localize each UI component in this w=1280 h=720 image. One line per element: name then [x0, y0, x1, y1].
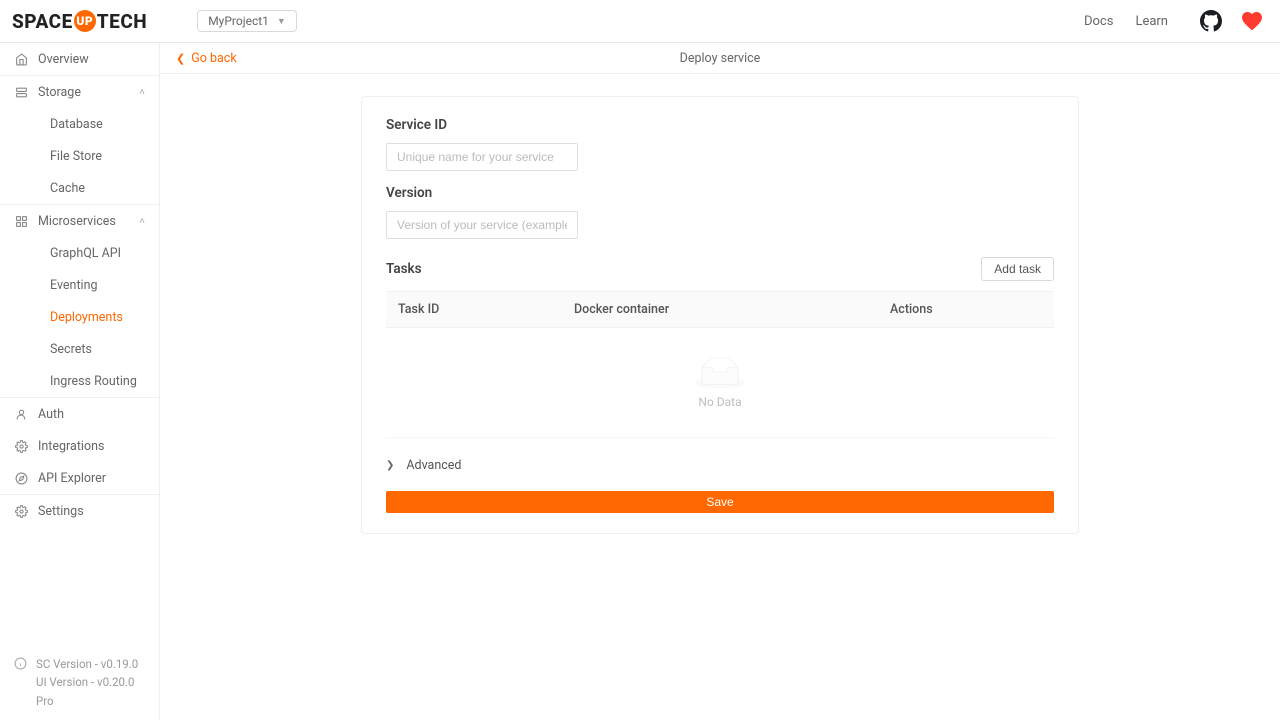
sidebar-item-ingress[interactable]: Ingress Routing — [0, 365, 159, 397]
sidebar-item-filestore[interactable]: File Store — [0, 140, 159, 172]
sidebar-item-microservices[interactable]: Microservices ˄ — [0, 205, 159, 237]
microservices-icon — [14, 214, 28, 228]
save-button[interactable]: Save — [386, 491, 1054, 513]
advanced-label: Advanced — [406, 458, 461, 473]
sidebar-item-database[interactable]: Database — [0, 108, 159, 140]
sidebar-item-graphql[interactable]: GraphQL API — [0, 237, 159, 269]
empty-text: No Data — [698, 395, 741, 409]
chevron-up-icon: ˄ — [139, 87, 145, 98]
sidebar-label: Auth — [38, 407, 64, 422]
docs-link[interactable]: Docs — [1084, 14, 1113, 29]
sidebar-item-integrations[interactable]: Integrations — [0, 430, 159, 462]
pro-label: Pro — [36, 692, 145, 710]
storage-icon — [14, 85, 28, 99]
sidebar-item-settings[interactable]: Settings — [0, 495, 159, 527]
logo-text-right: TECH — [97, 10, 147, 33]
compass-icon — [14, 471, 28, 485]
empty-icon — [695, 357, 745, 389]
go-back-label: Go back — [191, 51, 236, 66]
logo-text-left: SPACE — [12, 10, 73, 33]
learn-link[interactable]: Learn — [1135, 14, 1168, 29]
service-id-input[interactable] — [386, 143, 578, 171]
sidebar-label: Overview — [38, 52, 89, 67]
version-label: Version — [386, 185, 1054, 201]
gear-icon — [14, 504, 28, 518]
sidebar-item-eventing[interactable]: Eventing — [0, 269, 159, 301]
subheader: ❮ Go back Deploy service — [160, 43, 1280, 74]
sidebar-label: Microservices — [38, 214, 116, 229]
advanced-toggle[interactable]: ❯ Advanced — [386, 458, 1054, 473]
page-title: Deploy service — [160, 51, 1280, 66]
sidebar-label: Settings — [38, 504, 84, 519]
col-taskid: Task ID — [386, 292, 562, 327]
sidebar-item-cache[interactable]: Cache — [0, 172, 159, 204]
tasks-table: Task ID Docker container Actions No Data — [386, 291, 1054, 438]
col-actions: Actions — [878, 292, 1054, 327]
col-docker: Docker container — [562, 292, 878, 327]
app-logo[interactable]: SPACE UP TECH — [12, 10, 147, 33]
sidebar-item-auth[interactable]: Auth — [0, 398, 159, 430]
sidebar-footer: SC Version - v0.19.0 UI Version - v0.20.… — [0, 643, 159, 720]
sidebar-item-secrets[interactable]: Secrets — [0, 333, 159, 365]
chevron-left-icon: ❮ — [176, 52, 185, 65]
sidebar-label: Storage — [38, 85, 81, 100]
deploy-service-form: Service ID Version Tasks Add task Task I… — [361, 96, 1079, 534]
github-icon[interactable] — [1200, 10, 1222, 32]
add-task-button[interactable]: Add task — [981, 257, 1054, 281]
sidebar-item-deployments[interactable]: Deployments — [0, 301, 159, 333]
sidebar-label: Integrations — [38, 439, 104, 454]
table-header: Task ID Docker container Actions — [386, 291, 1054, 328]
content-area: ❮ Go back Deploy service Service ID Vers… — [160, 43, 1280, 720]
home-icon — [14, 52, 28, 66]
go-back-button[interactable]: ❮ Go back — [176, 51, 237, 66]
info-icon — [14, 657, 27, 675]
sidebar-item-overview[interactable]: Overview — [0, 43, 159, 75]
sidebar: Overview Storage ˄ Database File Store C… — [0, 43, 160, 720]
sidebar-item-storage[interactable]: Storage ˄ — [0, 76, 159, 108]
version-input[interactable] — [386, 211, 578, 239]
integrations-icon — [14, 439, 28, 453]
sc-version: SC Version - v0.19.0 — [36, 655, 145, 673]
topbar: SPACE UP TECH MyProject1 ▼ Docs Learn — [0, 0, 1280, 43]
ui-version: UI Version - v0.20.0 — [36, 673, 145, 691]
service-id-label: Service ID — [386, 117, 1054, 133]
project-name: MyProject1 — [208, 14, 269, 28]
project-selector[interactable]: MyProject1 ▼ — [197, 10, 297, 32]
logo-circle-icon: UP — [74, 10, 96, 32]
sidebar-label: API Explorer — [38, 471, 106, 486]
empty-state: No Data — [386, 328, 1054, 438]
sidebar-item-apiexplorer[interactable]: API Explorer — [0, 462, 159, 494]
caret-down-icon: ▼ — [277, 16, 286, 27]
tasks-label: Tasks — [386, 261, 422, 277]
chevron-right-icon: ❯ — [386, 460, 394, 471]
auth-icon — [14, 407, 28, 421]
chevron-up-icon: ˄ — [139, 216, 145, 227]
heart-icon[interactable] — [1240, 9, 1264, 33]
